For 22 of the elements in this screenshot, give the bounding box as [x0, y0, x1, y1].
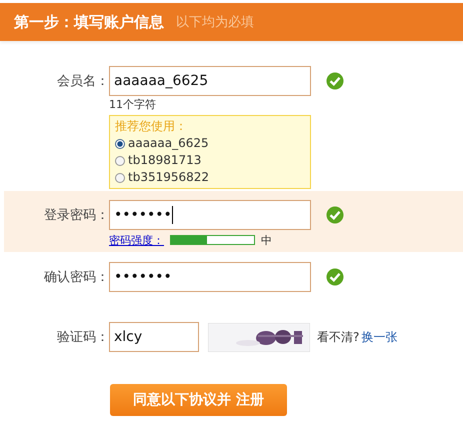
unclear-text: 看不清?	[317, 328, 360, 346]
radio-button[interactable]	[115, 156, 125, 166]
radio-button[interactable]	[115, 138, 125, 148]
suggestion-title: 推荐您使用：	[115, 118, 188, 135]
suggestion-option[interactable]: tb18981713	[115, 152, 305, 169]
step-title: 第一步：填写账户信息	[14, 12, 164, 32]
strength-link[interactable]: 密码强度：	[109, 232, 164, 248]
strength-text: 中	[261, 232, 272, 248]
confirm-password-field[interactable]: •••••••	[109, 262, 311, 292]
field-label: 会员名：	[56, 73, 109, 90]
field-label: 登录密码：	[43, 207, 109, 224]
captcha-field[interactable]: xlcy	[109, 322, 199, 352]
suggestion-option[interactable]: aaaaaa_6625	[115, 135, 305, 152]
password-field[interactable]: •••••••	[109, 200, 311, 230]
suggestion-option[interactable]: tb351956822	[115, 169, 305, 186]
radio-button[interactable]	[115, 172, 125, 182]
username-field[interactable]: aaaaaa_6625	[109, 66, 311, 96]
field-label: 验证码：	[56, 329, 109, 346]
refresh-link[interactable]: 换一张	[361, 328, 398, 346]
field-label: 确认密码：	[43, 269, 109, 286]
char-count: 11个字符	[109, 98, 156, 112]
step-subtitle: 以下均为必填	[176, 14, 254, 31]
